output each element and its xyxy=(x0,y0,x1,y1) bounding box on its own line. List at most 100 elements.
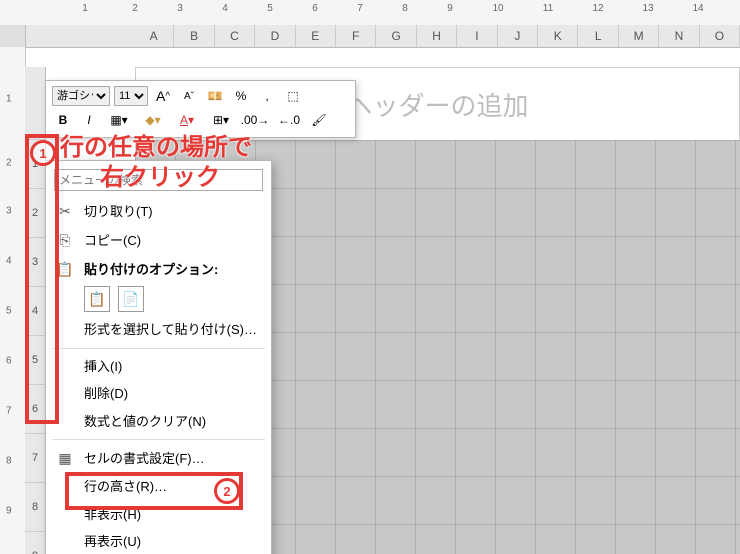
decrease-decimal-button[interactable]: ←.0 xyxy=(274,109,304,131)
menu-item-copy[interactable]: ⎘ コピー(C) xyxy=(46,226,271,255)
header-placeholder: ヘッダーの追加 xyxy=(346,86,528,123)
vertical-ruler: 1 2 3 4 5 6 7 8 9 xyxy=(0,47,26,554)
ruler-tick: 9 xyxy=(447,3,453,14)
ruler-tick: 3 xyxy=(6,206,12,217)
borders-button[interactable]: ▦▾ xyxy=(104,109,134,131)
row-header[interactable]: 9 xyxy=(25,532,46,554)
column-header[interactable]: E xyxy=(296,25,336,48)
menu-item-label: 数式と値のクリア(N) xyxy=(84,412,206,432)
menu-item-insert[interactable]: 挿入(I) xyxy=(46,353,271,381)
mini-toolbar: 游ゴシック 11 A^ Aˇ 💴 % , ⬚ B I ▦▾ ◆▾ A▾ ⊞▾ .… xyxy=(45,80,356,138)
ruler-tick: 2 xyxy=(6,158,12,169)
column-header[interactable]: K xyxy=(538,25,578,48)
paste-option-values[interactable]: 📄 xyxy=(118,286,144,312)
menu-item-paste-options: 📋 貼り付けのオプション: xyxy=(46,255,271,284)
column-header[interactable]: M xyxy=(619,25,659,48)
ruler-tick: 9 xyxy=(6,506,12,517)
ruler-tick: 14 xyxy=(692,3,703,14)
paste-option-default[interactable]: 📋 xyxy=(84,286,110,312)
select-all-corner[interactable] xyxy=(0,25,26,48)
ruler-tick: 5 xyxy=(267,3,273,14)
column-header[interactable]: J xyxy=(498,25,538,48)
copy-icon: ⎘ xyxy=(56,230,74,251)
ruler-tick: 5 xyxy=(6,306,12,317)
column-header-row: A B C D E F G H I J K L M N O xyxy=(0,25,740,47)
menu-item-hide[interactable]: 非表示(H) xyxy=(46,501,271,529)
column-header[interactable]: G xyxy=(376,25,416,48)
ruler-tick: 4 xyxy=(6,256,12,267)
menu-separator xyxy=(52,439,265,440)
ruler-tick: 8 xyxy=(402,3,408,14)
annotation-badge-2: 2 xyxy=(214,478,240,504)
clipboard-icon: 📋 xyxy=(56,259,74,280)
ruler-tick: 4 xyxy=(222,3,228,14)
row-header[interactable]: 5 xyxy=(25,336,46,385)
row-header[interactable]: 2 xyxy=(25,189,46,238)
scissors-icon: ✂ xyxy=(56,201,74,222)
menu-item-paste-special[interactable]: 形式を選択して貼り付け(S)… xyxy=(46,316,271,344)
menu-item-label: コピー(C) xyxy=(84,231,141,251)
column-header[interactable]: I xyxy=(457,25,497,48)
ruler-tick: 6 xyxy=(312,3,318,14)
ruler-tick: 13 xyxy=(642,3,653,14)
row-header[interactable] xyxy=(25,67,46,140)
ruler-tick: 11 xyxy=(543,3,553,14)
font-size-select[interactable]: 11 xyxy=(114,86,148,106)
font-name-select[interactable]: 游ゴシック xyxy=(52,86,110,106)
menu-item-label: 挿入(I) xyxy=(84,357,122,377)
menu-item-label: 再表示(U) xyxy=(84,532,141,552)
ruler-tick: 6 xyxy=(6,356,12,367)
column-header[interactable]: A xyxy=(134,25,174,48)
paste-options-row: 📋 📄 xyxy=(46,284,271,316)
menu-item-cut[interactable]: ✂ 切り取り(T) xyxy=(46,197,271,226)
font-color-button[interactable]: A▾ xyxy=(172,109,202,131)
format-cells-icon: ▦ xyxy=(56,448,74,469)
row-header[interactable]: 6 xyxy=(25,385,46,434)
menu-item-label: 形式を選択して貼り付け(S)… xyxy=(84,320,257,340)
menu-item-label: 行の高さ(R)… xyxy=(84,477,167,497)
row-header[interactable]: 7 xyxy=(25,434,46,483)
ruler-tick: 1 xyxy=(6,94,12,105)
percent-format-button[interactable]: % xyxy=(230,85,252,107)
horizontal-ruler: 1 2 3 4 5 6 7 8 9 10 11 12 13 14 xyxy=(0,0,740,26)
ruler-tick: 7 xyxy=(6,406,12,417)
menu-item-unhide[interactable]: 再表示(U) xyxy=(46,528,271,554)
row-header[interactable]: 3 xyxy=(25,238,46,287)
italic-button[interactable]: I xyxy=(78,109,100,131)
increase-font-button[interactable]: A^ xyxy=(152,85,174,107)
column-header[interactable]: L xyxy=(578,25,618,48)
increase-decimal-button[interactable]: .00→ xyxy=(240,109,270,131)
column-header[interactable]: B xyxy=(174,25,214,48)
ruler-tick: 7 xyxy=(357,3,363,14)
menu-item-clear[interactable]: 数式と値のクリア(N) xyxy=(46,408,271,436)
column-header[interactable]: F xyxy=(336,25,376,48)
menu-item-delete[interactable]: 削除(D) xyxy=(46,380,271,408)
fill-color-button[interactable]: ◆▾ xyxy=(138,109,168,131)
format-painter-button[interactable]: ⬚ xyxy=(282,85,304,107)
menu-item-label: 削除(D) xyxy=(84,384,128,404)
bold-button[interactable]: B xyxy=(52,109,74,131)
comma-format-button[interactable]: , xyxy=(256,85,278,107)
menu-item-label: 非表示(H) xyxy=(84,505,141,525)
format-painter-icon[interactable]: 🖌 xyxy=(308,109,330,131)
ruler-tick: 3 xyxy=(177,3,183,14)
menu-item-label: 切り取り(T) xyxy=(84,202,153,222)
ruler-tick: 2 xyxy=(132,3,138,14)
column-header[interactable]: N xyxy=(659,25,699,48)
row-header[interactable]: 8 xyxy=(25,483,46,532)
menu-item-label: 貼り付けのオプション: xyxy=(84,260,218,280)
ruler-tick: 12 xyxy=(592,3,603,14)
annotation-badge-1: 1 xyxy=(30,140,56,166)
border-style-button[interactable]: ⊞▾ xyxy=(206,109,236,131)
ruler-tick: 1 xyxy=(82,3,88,14)
row-header[interactable]: 4 xyxy=(25,287,46,336)
annotation-text-line2: 右クリック xyxy=(100,164,220,193)
decrease-font-button[interactable]: Aˇ xyxy=(178,85,200,107)
ruler-tick: 8 xyxy=(6,456,12,467)
column-header[interactable]: H xyxy=(417,25,457,48)
menu-item-format-cells[interactable]: ▦ セルの書式設定(F)… xyxy=(46,444,271,473)
column-header[interactable]: O xyxy=(700,25,740,48)
column-header[interactable]: C xyxy=(215,25,255,48)
column-header[interactable]: D xyxy=(255,25,295,48)
accounting-format-button[interactable]: 💴 xyxy=(204,85,226,107)
